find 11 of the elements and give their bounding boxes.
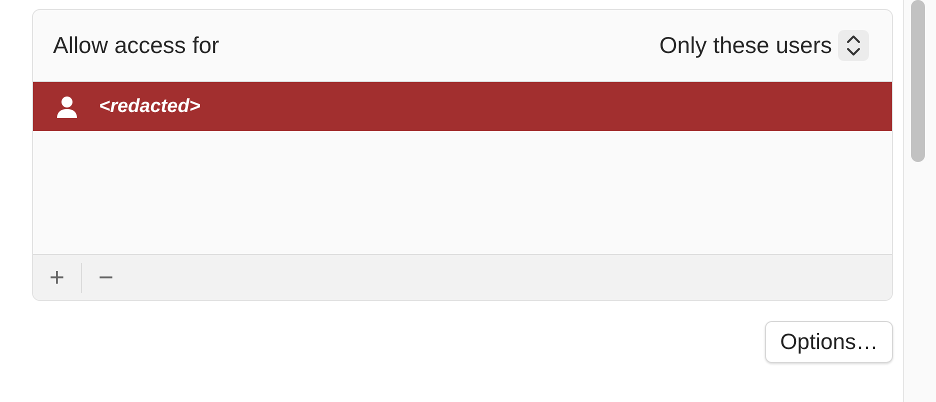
user-name: <redacted>: [99, 96, 200, 118]
person-icon: [57, 96, 77, 118]
remove-button[interactable]: −: [94, 262, 118, 293]
access-label: Allow access for: [53, 32, 220, 59]
stepper-icon: [838, 30, 869, 61]
user-row[interactable]: <redacted>: [33, 82, 892, 131]
access-popup[interactable]: Only these users: [659, 30, 869, 61]
scrollbar-thumb[interactable]: [911, 0, 925, 162]
add-button[interactable]: +: [45, 262, 69, 293]
scrollbar[interactable]: [903, 0, 936, 402]
options-button[interactable]: Options…: [765, 321, 893, 363]
